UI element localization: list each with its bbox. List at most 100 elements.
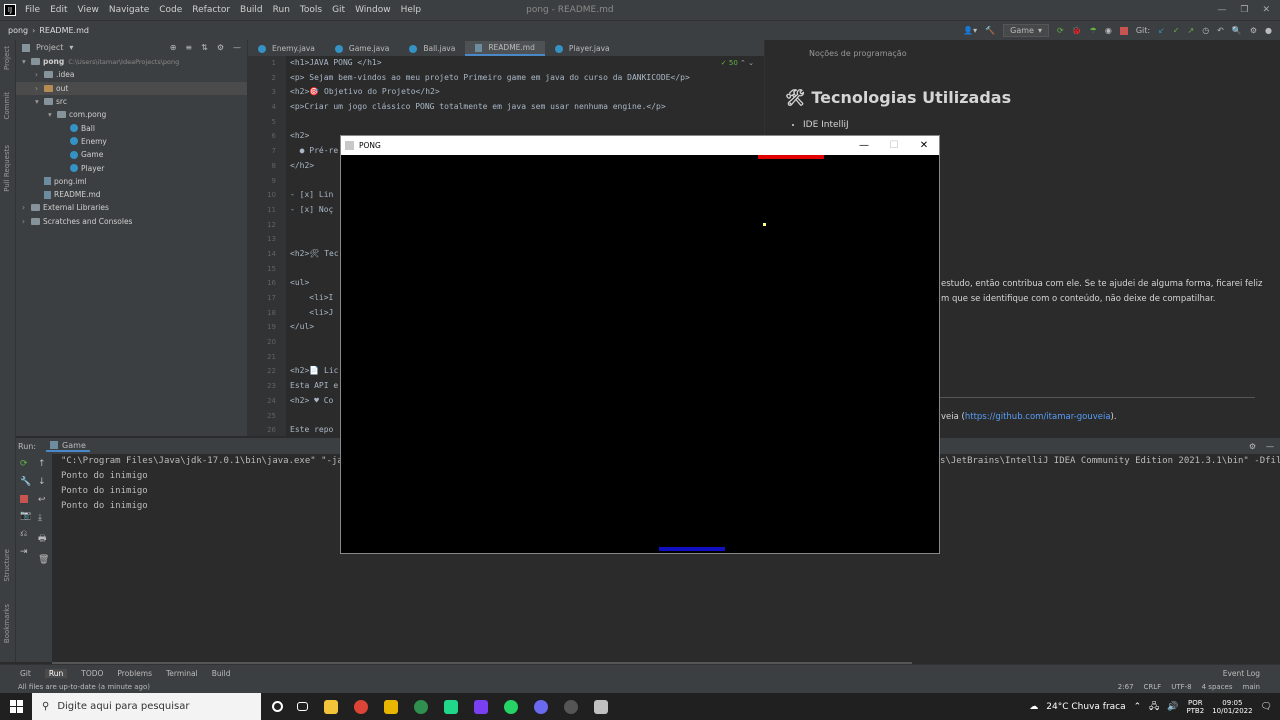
locate-icon[interactable]: ⊕ bbox=[170, 43, 177, 52]
cortana-icon[interactable] bbox=[272, 701, 283, 712]
chevron-icon[interactable]: › bbox=[22, 203, 31, 212]
tab-run[interactable]: Run bbox=[44, 668, 68, 678]
bookmarks-tool-label[interactable]: Bookmarks bbox=[3, 604, 11, 643]
coverage-icon[interactable]: ☂ bbox=[1090, 26, 1097, 35]
expand-all-icon[interactable]: ≡ bbox=[185, 43, 192, 52]
chevron-icon[interactable]: › bbox=[35, 84, 44, 93]
intellij-icon[interactable] bbox=[474, 699, 488, 714]
hide-icon[interactable]: — bbox=[233, 43, 241, 52]
inspection-nav-icon[interactable]: ⌃ ⌄ bbox=[740, 59, 754, 67]
editor-tab[interactable]: Enemy.java bbox=[248, 41, 325, 56]
chevron-icon[interactable]: ▾ bbox=[48, 110, 57, 119]
hammer-icon[interactable]: 🔨 bbox=[985, 26, 995, 35]
soft-wrap-icon[interactable]: ↩ bbox=[38, 495, 49, 505]
tree-item[interactable]: Enemy bbox=[16, 135, 247, 148]
app-yellow-icon[interactable] bbox=[384, 699, 398, 714]
profile-avatar-icon[interactable]: ● bbox=[1265, 26, 1272, 35]
menu-item-view[interactable]: View bbox=[73, 5, 104, 15]
exit-icon[interactable]: ⇥ bbox=[20, 547, 31, 557]
tree-item[interactable]: Player bbox=[16, 161, 247, 174]
breadcrumb-file[interactable]: README.md bbox=[39, 26, 89, 35]
tab-problems[interactable]: Problems bbox=[117, 669, 152, 678]
run-tab-game[interactable]: Game bbox=[46, 441, 90, 452]
run-config-select[interactable]: Game ▾ bbox=[1003, 24, 1049, 37]
tree-item[interactable]: › Scratches and Consoles bbox=[16, 215, 247, 228]
indent-setting[interactable]: 4 spaces bbox=[1202, 683, 1233, 691]
stop-icon[interactable] bbox=[1119, 26, 1128, 35]
steam-icon[interactable] bbox=[564, 699, 578, 714]
menu-item-tools[interactable]: Tools bbox=[295, 5, 327, 15]
tab-build[interactable]: Build bbox=[212, 669, 231, 678]
minimize-icon[interactable]: — bbox=[849, 136, 879, 155]
gear-icon[interactable]: ⚙ bbox=[1249, 442, 1256, 451]
tree-item[interactable]: › .idea bbox=[16, 68, 247, 81]
tree-item[interactable]: README.md bbox=[16, 188, 247, 201]
trash-icon[interactable]: 🗑 bbox=[38, 555, 49, 565]
breadcrumb-project[interactable]: pong bbox=[0, 26, 28, 35]
task-view-icon[interactable] bbox=[297, 702, 308, 711]
menu-item-edit[interactable]: Edit bbox=[45, 5, 72, 15]
structure-tool-label[interactable]: Structure bbox=[3, 549, 11, 582]
tray-expand-icon[interactable]: ⌃ bbox=[1134, 702, 1142, 712]
menu-item-git[interactable]: Git bbox=[327, 5, 350, 15]
rerun-icon[interactable]: ⟳ bbox=[1057, 26, 1064, 35]
whatsapp-icon[interactable] bbox=[504, 699, 518, 714]
line-separator[interactable]: CRLF bbox=[1144, 683, 1162, 691]
taskbar-search[interactable]: ⚲ Digite aqui para pesquisar bbox=[32, 693, 261, 720]
minimize-icon[interactable]: — bbox=[1217, 5, 1226, 15]
chevron-icon[interactable]: › bbox=[22, 217, 31, 226]
tab-git[interactable]: Git bbox=[20, 669, 31, 678]
obs-icon[interactable] bbox=[534, 699, 548, 714]
weather-icon[interactable]: ☁ bbox=[1029, 702, 1038, 712]
weather-text[interactable]: 24°C Chuva fraca bbox=[1046, 702, 1125, 712]
app-green-icon[interactable] bbox=[414, 699, 428, 714]
pong-window[interactable]: PONG — ☐ ✕ bbox=[340, 135, 940, 554]
commit-tool-label[interactable]: Commit bbox=[3, 92, 11, 120]
editor-tab[interactable]: Player.java bbox=[545, 41, 620, 56]
notification-icon[interactable]: 🗨 bbox=[1261, 702, 1272, 712]
network-icon[interactable]: 🖧 bbox=[1149, 699, 1159, 715]
user-icon[interactable]: 👤▾ bbox=[963, 26, 977, 35]
git-push-icon[interactable]: ↗ bbox=[1187, 26, 1194, 35]
wrench-icon[interactable]: 🔧 bbox=[20, 477, 31, 487]
menu-item-run[interactable]: Run bbox=[268, 5, 295, 15]
file-encoding[interactable]: UTF-8 bbox=[1171, 683, 1191, 691]
scroll-end-icon[interactable]: ⤓ bbox=[38, 513, 49, 523]
tree-item[interactable]: › out bbox=[16, 81, 247, 95]
git-commit-icon[interactable]: ✓ bbox=[1173, 26, 1180, 35]
language-indicator[interactable]: POR PTB2 bbox=[1186, 699, 1204, 715]
arrow-down-icon[interactable]: ↓ bbox=[38, 477, 49, 487]
event-log-button[interactable]: Event Log bbox=[1223, 669, 1280, 678]
git-branch[interactable]: main bbox=[1243, 683, 1261, 691]
tree-item[interactable]: ▾ src bbox=[16, 95, 247, 108]
volume-icon[interactable]: 🔊 bbox=[1167, 702, 1178, 712]
menu-item-build[interactable]: Build bbox=[235, 5, 268, 15]
inspection-widget[interactable]: ✓ 50 ⌃ ⌄ bbox=[721, 59, 754, 67]
collapse-all-icon[interactable]: ⇅ bbox=[201, 43, 208, 52]
rerun-icon[interactable]: ⟳ bbox=[20, 459, 31, 469]
arrow-up-icon[interactable]: ↑ bbox=[38, 459, 49, 469]
java-icon[interactable] bbox=[594, 699, 608, 714]
menu-item-code[interactable]: Code bbox=[154, 5, 187, 15]
clock[interactable]: 09:05 10/01/2022 bbox=[1212, 699, 1252, 715]
print-icon[interactable]: 🖶 bbox=[38, 531, 49, 547]
editor-tab[interactable]: README.md bbox=[465, 41, 545, 56]
editor-tab[interactable]: Game.java bbox=[325, 41, 399, 56]
stop-icon[interactable] bbox=[20, 495, 28, 503]
file-explorer-icon[interactable] bbox=[324, 699, 338, 714]
project-tool-label[interactable]: Project bbox=[3, 46, 11, 70]
rollback-icon[interactable]: ↶ bbox=[1217, 26, 1224, 35]
maximize-icon[interactable]: ☐ bbox=[879, 136, 909, 155]
menu-item-window[interactable]: Window bbox=[350, 5, 396, 15]
menu-item-file[interactable]: File bbox=[20, 5, 45, 15]
profile-icon[interactable]: ◉ bbox=[1105, 26, 1112, 35]
cursor-position[interactable]: 2:67 bbox=[1118, 683, 1134, 691]
pycharm-icon[interactable] bbox=[444, 699, 458, 714]
windows-start-icon[interactable] bbox=[10, 700, 23, 713]
hide-icon[interactable]: — bbox=[1266, 442, 1274, 451]
tree-item[interactable]: pong.iml bbox=[16, 175, 247, 188]
gear-icon[interactable]: ⚙ bbox=[217, 43, 224, 52]
pull-requests-tool-label[interactable]: Pull Requests bbox=[3, 145, 11, 192]
tab-terminal[interactable]: Terminal bbox=[166, 669, 198, 678]
history-icon[interactable]: ◷ bbox=[1202, 26, 1209, 35]
